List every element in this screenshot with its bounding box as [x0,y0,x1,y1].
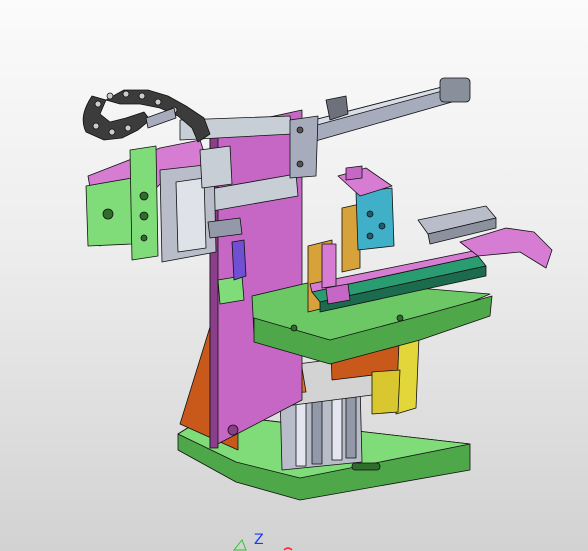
cad-model[interactable] [0,0,588,551]
gray-block [289,115,319,179]
top-cylinder [305,77,471,143]
axis-triad: Z [228,532,308,551]
triad-arrows [232,539,293,551]
z-axis-label: Z [254,532,264,548]
slide-cover [355,187,395,251]
x-axis-arrow-icon [283,547,293,551]
cad-viewport[interactable]: Z [0,0,588,551]
y-axis-arrow-icon [232,539,247,551]
